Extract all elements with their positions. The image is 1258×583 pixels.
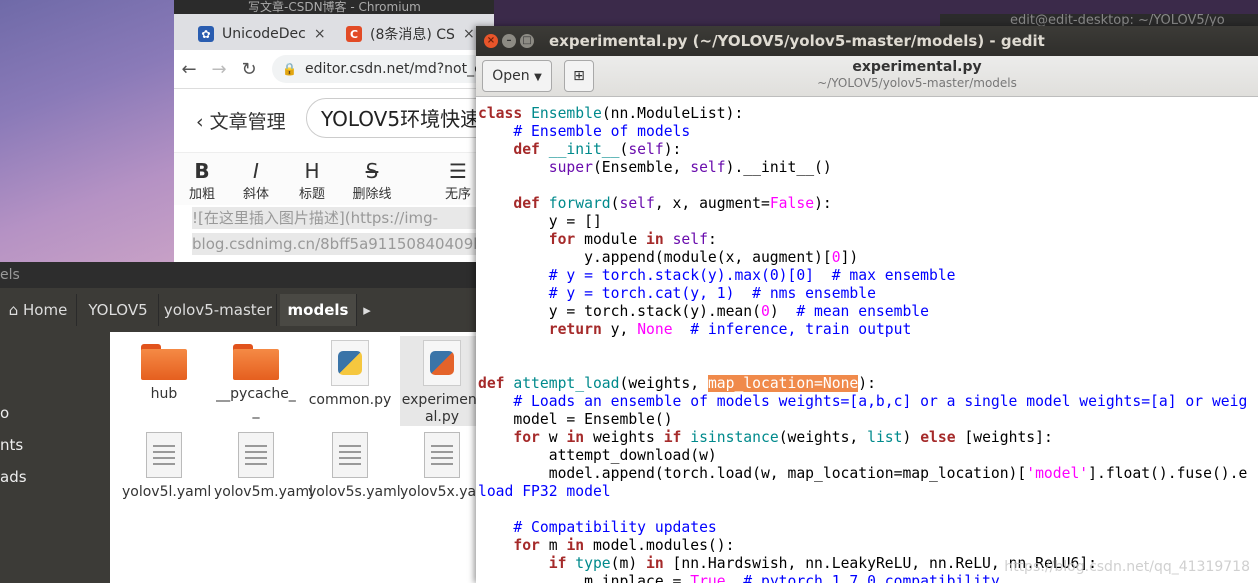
document-path: ~/YOLOV5/yolov5-master/models xyxy=(817,76,1017,90)
gedit-titlebar: × – □ experimental.py (~/YOLOV5/yolov5-m… xyxy=(476,26,1258,56)
unordered-list-button[interactable]: ☰ 无序 xyxy=(438,159,478,202)
tab-label: UnicodeDec xyxy=(222,26,306,42)
paw-icon: ✿ xyxy=(198,26,214,42)
gedit-window: × – □ experimental.py (~/YOLOV5/yolov5-m… xyxy=(476,26,1258,583)
close-icon[interactable]: × xyxy=(314,26,326,42)
folder-item-hub[interactable]: hub xyxy=(122,336,206,403)
breadcrumb-models[interactable]: models xyxy=(280,294,357,326)
minimize-icon[interactable]: – xyxy=(502,34,516,48)
url-text: editor.csdn.net/md?not_c xyxy=(304,61,482,77)
watermark: https://blog.csdn.net/qq_41319718 xyxy=(1004,559,1250,575)
python-file-icon xyxy=(331,340,369,386)
close-icon[interactable]: × xyxy=(463,26,475,42)
gedit-toolbar: Open ▼ ⊞ experimental.py ~/YOLOV5/yolov5… xyxy=(476,56,1258,97)
breadcrumb-home[interactable]: ⌂ Home xyxy=(0,294,77,326)
csdn-icon: C xyxy=(346,26,362,42)
maximize-icon[interactable]: □ xyxy=(520,34,534,48)
markdown-toolbar: B 加粗 I 斜体 H 标题 S 删除线 ☰ 无序 xyxy=(174,152,494,205)
bold-button[interactable]: B 加粗 xyxy=(182,159,222,202)
sidebar-item[interactable]: ads xyxy=(0,468,27,486)
text-file-icon xyxy=(238,432,274,478)
document-name: experimental.py xyxy=(852,59,982,75)
breadcrumb-yolov5-master[interactable]: yolov5-master xyxy=(160,294,277,326)
code-editor[interactable]: class Ensemble(nn.ModuleList): # Ensembl… xyxy=(478,105,1258,583)
browser-tab-unicode[interactable]: ✿ UnicodeDec × xyxy=(198,18,326,50)
sidebar-item[interactable]: nts xyxy=(0,436,23,454)
forward-arrow-icon[interactable]: → xyxy=(204,59,234,80)
chevron-left-icon: ‹ xyxy=(196,111,210,133)
files-sidebar: o nts ads xyxy=(0,332,110,583)
text-file-icon xyxy=(146,432,182,478)
file-manager-window: els ⌂ Home YOLOV5 yolov5-master models ▸… xyxy=(0,262,494,583)
python-file-icon xyxy=(423,340,461,386)
chevron-right-icon[interactable]: ▸ xyxy=(358,294,376,326)
heading-button[interactable]: H 标题 xyxy=(292,159,332,202)
url-bar[interactable]: 🔒 editor.csdn.net/md?not_c xyxy=(272,55,494,83)
close-icon[interactable]: × xyxy=(484,34,498,48)
chromium-window: 写文章-CSDN博客 - Chromium ✿ UnicodeDec × C (… xyxy=(174,0,546,265)
lock-icon: 🔒 xyxy=(282,62,297,76)
home-icon: ⌂ xyxy=(8,301,23,319)
chromium-tab-strip: ✿ UnicodeDec × C (8条消息) CS × xyxy=(174,14,494,50)
sidebar-item[interactable]: o xyxy=(0,404,9,422)
desktop-wallpaper xyxy=(0,0,180,270)
file-item-yolov5l-yaml[interactable]: yolov5l.yaml xyxy=(122,428,211,501)
folder-icon xyxy=(233,344,279,380)
folder-item-pycache[interactable]: __pycache__ xyxy=(214,336,298,420)
article-management-link[interactable]: ‹ 文章管理 xyxy=(196,107,286,134)
editor-line: blog.csdnimg.cn/8bff5a91150840409bf xyxy=(192,233,492,255)
window-title: experimental.py (~/YOLOV5/yolov5-master/… xyxy=(549,32,1045,50)
file-item-yolov5x-yaml[interactable]: yolov5x.yaml xyxy=(400,428,494,501)
file-manager-title: els xyxy=(0,262,480,288)
text-file-icon xyxy=(424,432,460,478)
italic-button[interactable]: I 斜体 xyxy=(236,159,276,202)
text-file-icon xyxy=(332,432,368,478)
file-item-common-py[interactable]: common.py xyxy=(308,336,392,409)
file-item-yolov5s-yaml[interactable]: yolov5s.yaml xyxy=(308,428,401,501)
folder-icon xyxy=(141,344,187,380)
markdown-editor[interactable]: ![在这里插入图片描述](https://img- blog.csdnimg.c… xyxy=(174,205,494,265)
browser-tab-csdn[interactable]: C (8条消息) CS × xyxy=(346,18,475,50)
breadcrumb-yolov5[interactable]: YOLOV5 xyxy=(78,294,159,326)
file-item-yolov5m-yaml[interactable]: yolov5m.yaml xyxy=(214,428,313,501)
strikethrough-button[interactable]: S 删除线 xyxy=(352,159,392,202)
reload-icon[interactable]: ↻ xyxy=(234,59,264,80)
file-item-experimental-py[interactable]: experimental.py xyxy=(400,336,484,426)
tab-label: (8条消息) CS xyxy=(370,27,455,43)
chromium-title: 写文章-CSDN博客 - Chromium xyxy=(174,0,494,14)
csdn-editor-header: ‹ 文章管理 YOLOV5环境快速 xyxy=(174,89,546,151)
editor-line: ![在这里插入图片描述](https://img- xyxy=(192,207,492,229)
back-arrow-icon[interactable]: ← xyxy=(174,59,204,80)
file-grid: hub __pycache__ common.py experimental.p… xyxy=(110,332,494,583)
chromium-toolbar: ← → ↻ 🔒 editor.csdn.net/md?not_c xyxy=(174,50,494,89)
path-bar: ⌂ Home YOLOV5 yolov5-master models ▸ xyxy=(0,288,480,332)
